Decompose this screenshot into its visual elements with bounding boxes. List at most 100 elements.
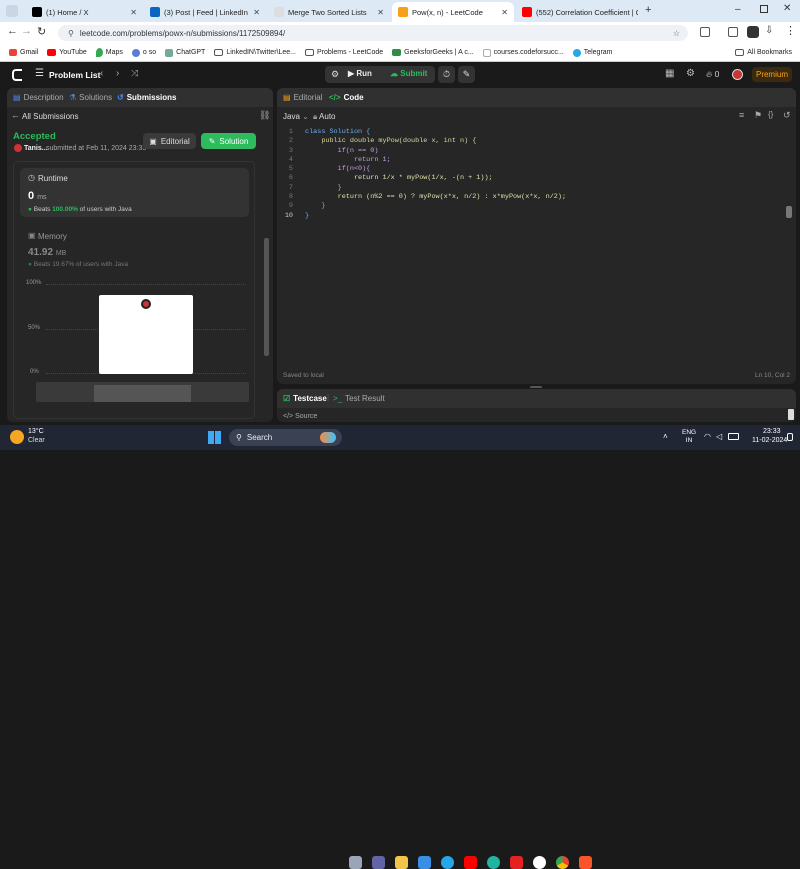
range-slider-window[interactable] (94, 385, 191, 402)
tab-test-result[interactable]: >_ Test Result (333, 394, 385, 403)
youtube-app-icon[interactable] (510, 856, 523, 869)
start-icon[interactable] (208, 431, 221, 444)
browser-tab[interactable]: (3) Post | Feed | LinkedIn ✕ (144, 2, 266, 22)
tab-testcase[interactable]: ☑ Testcase (283, 394, 327, 403)
file-explorer-icon[interactable] (395, 856, 408, 869)
language-select[interactable]: Java ⌄ (283, 112, 309, 121)
menu-icon[interactable]: ⋮ (785, 24, 796, 37)
settings-icon[interactable]: ⚙ (686, 68, 695, 79)
volume-icon[interactable]: ◁ (716, 432, 722, 441)
notes-icon[interactable]: ✎ (458, 66, 475, 83)
format-icon[interactable]: ≡ (739, 110, 744, 120)
browser-tab[interactable]: (1) Home / X ✕ (26, 2, 143, 22)
tab-description[interactable]: ▤ Description (13, 93, 64, 102)
bookmark-folder-linkedin[interactable]: LinkedIN\Twitter\Lee... (214, 49, 296, 56)
browser-tab[interactable]: Merge Two Sorted Lists ✕ (268, 2, 390, 22)
tab-code[interactable]: </> Code (329, 93, 364, 102)
telegram-icon[interactable] (441, 856, 454, 869)
chrome-icon[interactable] (556, 856, 569, 869)
close-window-button[interactable]: ✕ (783, 3, 791, 14)
code-line: 3 if(n == 0) (281, 147, 786, 156)
bookmark-oso[interactable]: o so (131, 48, 156, 57)
tab-editorial[interactable]: ▤ Editorial (283, 93, 322, 102)
forward-icon[interactable]: → (21, 25, 32, 37)
brave-icon[interactable] (579, 856, 592, 869)
tab-search-icon[interactable] (6, 5, 18, 17)
solution-button[interactable]: ✎ Solution (201, 133, 256, 149)
bookmark-chatgpt[interactable]: ChatGPT (165, 48, 205, 57)
site-info-icon[interactable]: ⚲ (68, 29, 74, 38)
next-problem-icon[interactable]: › (116, 68, 119, 79)
streak-counter[interactable]: 🔥︎ 0 (706, 69, 719, 80)
prev-problem-icon[interactable]: ‹ (100, 68, 103, 79)
maximize-button[interactable] (760, 5, 768, 13)
editorial-button[interactable]: ▣ Editorial (143, 133, 196, 149)
bookmark-maps[interactable]: Maps (95, 48, 123, 57)
language-indicator[interactable]: ENG IN (682, 429, 696, 445)
store-icon[interactable] (418, 856, 431, 869)
browser-tab-active[interactable]: Pow(x, n) - LeetCode ✕ (392, 2, 514, 22)
browser-tab[interactable]: (552) Correlation Coefficient | C✕ (516, 2, 638, 22)
timer-icon[interactable]: ⏱ (438, 66, 455, 83)
bookmark-icon[interactable]: ⚑ (754, 110, 762, 121)
all-submissions-link[interactable]: All Submissions (22, 112, 78, 121)
bookmark-youtube[interactable]: YouTube (47, 49, 87, 56)
run-button[interactable]: ▶ Run (348, 69, 372, 78)
avatar[interactable] (732, 69, 743, 80)
media-icon[interactable] (728, 27, 738, 37)
weather-icon[interactable] (10, 430, 24, 444)
bookmark-gmail[interactable]: Gmail (9, 49, 38, 56)
share-link-icon[interactable]: ⛓ (259, 110, 270, 121)
weather-temp[interactable]: 13°C (28, 428, 44, 435)
autocomplete-toggle[interactable]: 🔒︎ Auto (313, 112, 336, 122)
bookmark-star-icon[interactable]: ☆ (673, 29, 680, 38)
submitter-name[interactable]: Tanis... (24, 145, 48, 152)
edge-icon[interactable] (487, 856, 500, 869)
url-field[interactable]: ⚲ leetcode.com/problems/powx-n/submission… (58, 25, 688, 41)
wifi-icon[interactable]: ◠ (704, 432, 711, 441)
github-icon[interactable] (533, 856, 546, 869)
notification-icon[interactable] (787, 433, 793, 441)
close-icon[interactable]: ✕ (377, 8, 384, 17)
runtime-card[interactable]: ◷ Runtime 0 ms ● Beats 100.00% of users … (20, 168, 249, 217)
close-icon[interactable]: ✕ (130, 8, 137, 17)
bookmark-courses[interactable]: courses.codeforsucc... (482, 48, 564, 57)
panel-resize-handle[interactable] (530, 386, 542, 388)
bookmark-telegram[interactable]: Telegram (572, 48, 613, 57)
downloads-icon[interactable]: ⇩ (765, 25, 773, 36)
tab-solutions[interactable]: ⚗ Solutions (69, 93, 112, 102)
tray-chevron-icon[interactable]: ˄ (663, 432, 668, 441)
submit-button[interactable]: ☁ Submit (390, 69, 427, 78)
tab-submissions[interactable]: ↺ Submissions (117, 93, 177, 102)
code-editor[interactable]: 1 class Solution { 2 public double myPow(… (281, 128, 786, 221)
close-icon[interactable]: ✕ (253, 8, 260, 17)
leetcode-logo-icon[interactable] (12, 69, 22, 81)
problem-list-link[interactable]: Problem List (49, 70, 100, 80)
profile-icon[interactable] (747, 26, 759, 38)
testcase-scrollbar[interactable] (788, 409, 794, 420)
debug-icon[interactable]: ⚙ (331, 69, 339, 80)
teams-icon[interactable] (372, 856, 385, 869)
youtube-icon[interactable] (464, 856, 477, 869)
all-bookmarks[interactable]: All Bookmarks (735, 49, 792, 56)
clock-time[interactable]: 23:33 (763, 428, 781, 435)
back-icon[interactable]: ← (7, 25, 18, 37)
minimize-button[interactable]: – (735, 4, 741, 15)
braces-icon[interactable]: {} (768, 110, 773, 119)
back-arrow-icon[interactable]: ← (11, 110, 20, 120)
new-tab-button[interactable]: + (645, 4, 651, 16)
editor-scrollbar[interactable] (786, 206, 792, 218)
premium-button[interactable]: Premium (752, 67, 792, 82)
shuffle-icon[interactable]: ⤨ (131, 68, 138, 79)
reload-icon[interactable]: ↻ (37, 25, 46, 38)
extensions-icon[interactable] (700, 27, 710, 37)
layout-icon[interactable]: ▦ (665, 68, 674, 79)
scrollbar-thumb[interactable] (264, 238, 269, 356)
memory-card[interactable]: ▣ Memory 41.92 MB ● Beats 19.67% of user… (20, 228, 249, 268)
bookmark-geeksforgeeks[interactable]: GeeksforGeeks | A c... (392, 49, 474, 56)
task-view-icon[interactable] (349, 856, 362, 869)
bookmark-problems[interactable]: Problems - LeetCode (305, 49, 383, 56)
battery-icon[interactable] (728, 433, 739, 440)
reset-icon[interactable]: ↺ (783, 110, 791, 121)
close-icon[interactable]: ✕ (501, 8, 508, 17)
